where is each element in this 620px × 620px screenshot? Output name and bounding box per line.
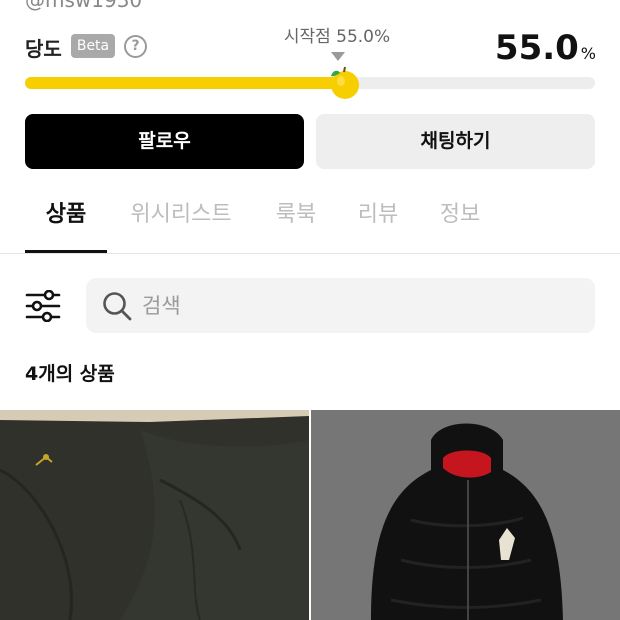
tab-products[interactable]: 상품 bbox=[25, 190, 107, 253]
product-image-sweatshirt bbox=[0, 410, 309, 620]
sweetness-unit: % bbox=[580, 44, 596, 63]
profile-handle: @msw1930 bbox=[25, 0, 143, 12]
profile-tabs: 상품 위시리스트 룩북 리뷰 정보 bbox=[0, 190, 620, 254]
product-image-puffer-jacket bbox=[311, 410, 620, 620]
tab-info[interactable]: 정보 bbox=[428, 190, 492, 253]
chat-button[interactable]: 채팅하기 bbox=[316, 114, 595, 169]
sweetness-value: 55.0% bbox=[495, 28, 596, 68]
sweetness-label: 당도 bbox=[25, 37, 62, 61]
search-input[interactable] bbox=[140, 288, 564, 324]
active-tab-indicator bbox=[25, 250, 107, 253]
tab-wishlist[interactable]: 위시리스트 bbox=[118, 190, 244, 253]
tab-lookbook[interactable]: 룩북 bbox=[264, 190, 328, 253]
question-circle-icon[interactable]: ? bbox=[124, 35, 147, 58]
sliders-icon[interactable] bbox=[25, 290, 61, 322]
magnifier-icon bbox=[103, 292, 132, 321]
sweetness-number: 55.0 bbox=[494, 28, 579, 68]
product-card-puffer-jacket[interactable] bbox=[311, 410, 620, 620]
sweetness-bar bbox=[25, 77, 595, 89]
tab-reviews[interactable]: 리뷰 bbox=[346, 190, 410, 253]
search-box[interactable] bbox=[86, 278, 595, 333]
yellow-apple-icon bbox=[331, 66, 359, 99]
product-card-sweatshirt[interactable] bbox=[0, 410, 309, 620]
beta-badge: Beta bbox=[71, 34, 115, 58]
start-point-label: 시작점 55.0% bbox=[283, 27, 391, 47]
sweetness-bar-fill bbox=[25, 77, 339, 89]
product-count: 4개의 상품 bbox=[25, 363, 115, 385]
start-point-marker-icon bbox=[331, 52, 345, 61]
follow-button[interactable]: 팔로우 bbox=[25, 114, 304, 169]
